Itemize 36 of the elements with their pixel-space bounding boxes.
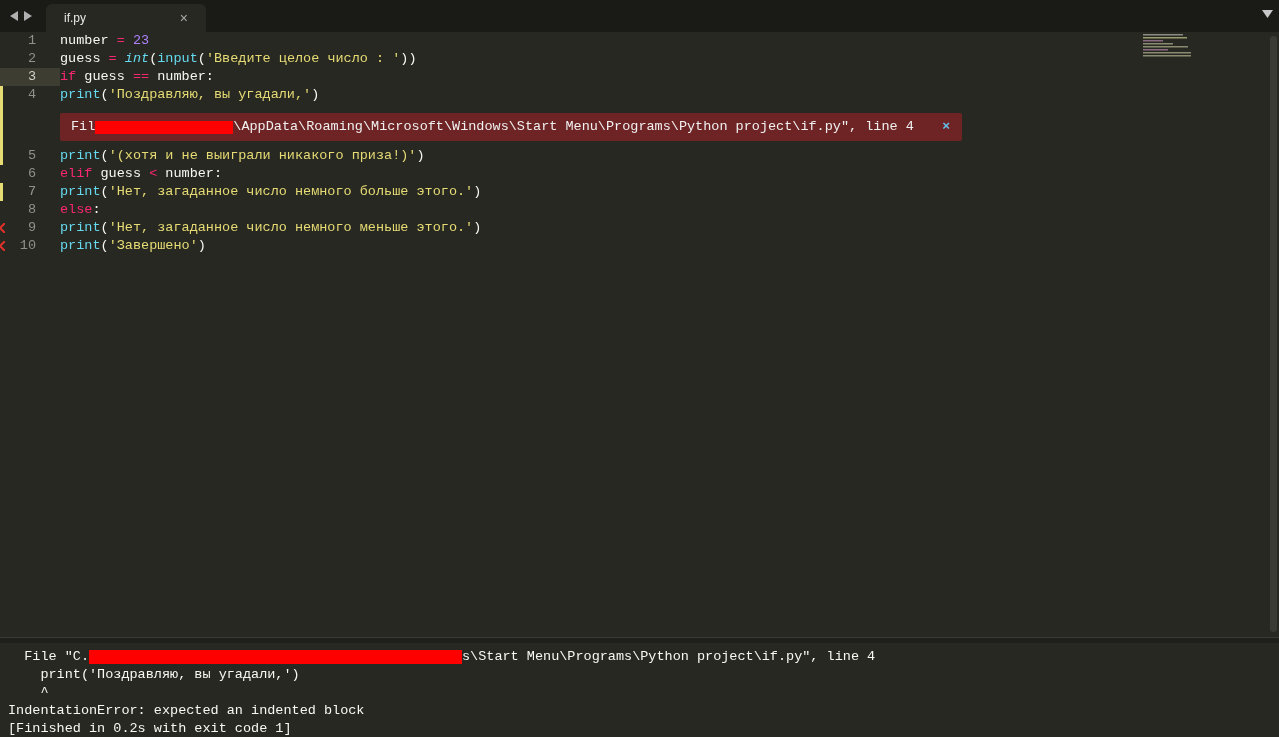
code-line: else:: [60, 201, 101, 219]
code-line: elif guess < number:: [60, 165, 223, 183]
back-arrow-icon[interactable]: [10, 11, 19, 21]
code-line: if guess == number:: [60, 68, 214, 86]
line-number: 7: [26, 183, 36, 201]
output-text: File "C.: [23, 648, 89, 666]
line-number: 4: [26, 86, 36, 104]
line-number: 5: [26, 147, 36, 165]
output-text: s\Start Menu\Programs\Python project\if.py", line 4: [462, 648, 876, 666]
code-line: print('Поздравляю, вы угадали,'): [60, 86, 320, 104]
line-number: 2: [26, 50, 36, 68]
output-text: ^: [39, 684, 49, 702]
code-line: print('Нет, загаданное число немного меньше этого.'): [60, 219, 482, 237]
file-tab[interactable]: if.py ×: [46, 4, 206, 32]
dropdown-caret-icon[interactable]: [1262, 10, 1273, 18]
tab-close-button[interactable]: ×: [179, 7, 188, 29]
error-text: Fil: [71, 118, 96, 136]
code-line: number = 23: [60, 32, 150, 50]
code-line: print('Завершено'): [60, 237, 206, 255]
line-number: 1: [26, 32, 36, 50]
output-text: print('Поздравляю, вы угадали,'): [39, 666, 300, 684]
code-line: print('Нет, загаданное число немного больше этого.'): [60, 183, 482, 201]
code-line: guess = int(input('Введите целое число : ')): [60, 50, 417, 68]
output-text: [Finished in 0.2s with exit code 1]: [8, 720, 292, 737]
code-line: print('(хотя и не выиграли никакого приза!)'): [60, 147, 425, 165]
tab-label: if.py: [64, 10, 86, 27]
line-number: 3: [26, 68, 36, 86]
minimap-drawing[interactable]: [1143, 34, 1193, 58]
forward-arrow-icon[interactable]: [23, 11, 32, 21]
error-text: \AppData\Roaming\Microsoft\Windows\Start Menu\Programs\Python project\if.py", line 4: [233, 118, 914, 136]
line-number: 9: [26, 219, 36, 237]
line-number: 10: [18, 237, 36, 255]
close-button[interactable]: ×: [942, 118, 950, 136]
line-number: 6: [26, 165, 36, 183]
line-number: 8: [26, 201, 36, 219]
output-text: IndentationError: expected an indented block: [8, 702, 365, 720]
